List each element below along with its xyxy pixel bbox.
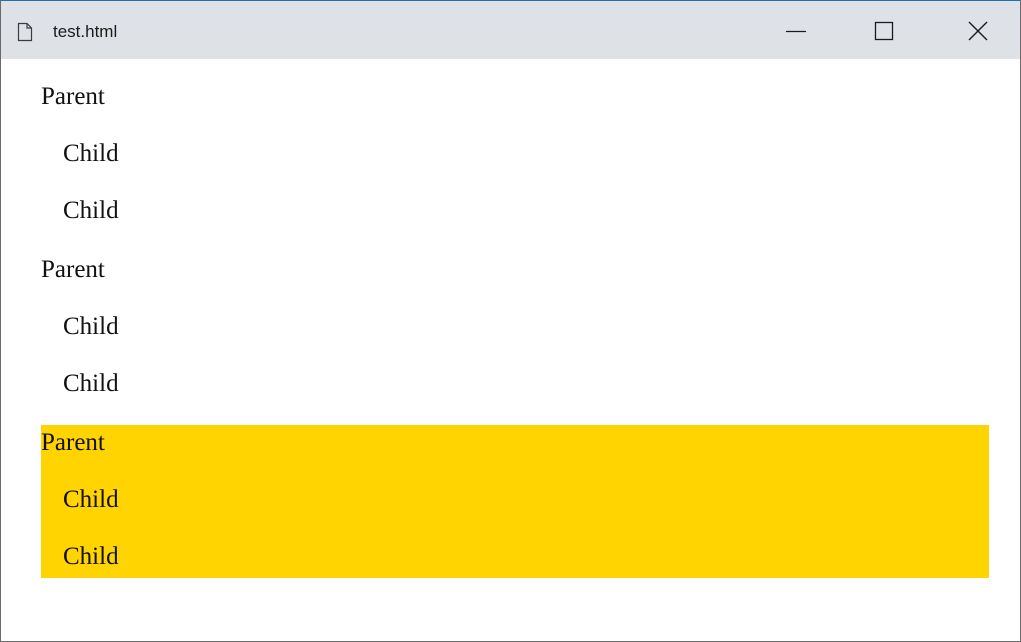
browser-window: test.html Parent Child Child Parent Chil…: [0, 0, 1021, 642]
maximize-icon: [873, 20, 895, 47]
parent-text: Parent: [41, 83, 105, 110]
document-icon: [17, 22, 33, 42]
parent-group-2: Parent Child Child: [41, 252, 989, 405]
parent-group-1: Parent Child Child: [41, 79, 989, 232]
child-text: Child: [63, 486, 119, 513]
child-text: Child: [63, 370, 119, 397]
close-icon: [967, 20, 989, 47]
minimize-button[interactable]: [776, 13, 816, 53]
parent-group-3-highlighted: Parent Child Child: [41, 425, 989, 578]
child-text: Child: [63, 140, 119, 167]
page-content: Parent Child Child Parent Child Child Pa…: [1, 59, 1020, 641]
child-text: Child: [63, 543, 119, 570]
window-title: test.html: [53, 22, 118, 41]
parent-text: Parent: [41, 256, 105, 283]
close-button[interactable]: [958, 13, 998, 53]
child-text: Child: [63, 197, 119, 224]
child-text: Child: [63, 313, 119, 340]
parent-text: Parent: [41, 429, 105, 456]
title-bar[interactable]: test.html: [1, 1, 1020, 59]
maximize-button[interactable]: [864, 13, 904, 53]
minimize-icon: [784, 19, 808, 48]
